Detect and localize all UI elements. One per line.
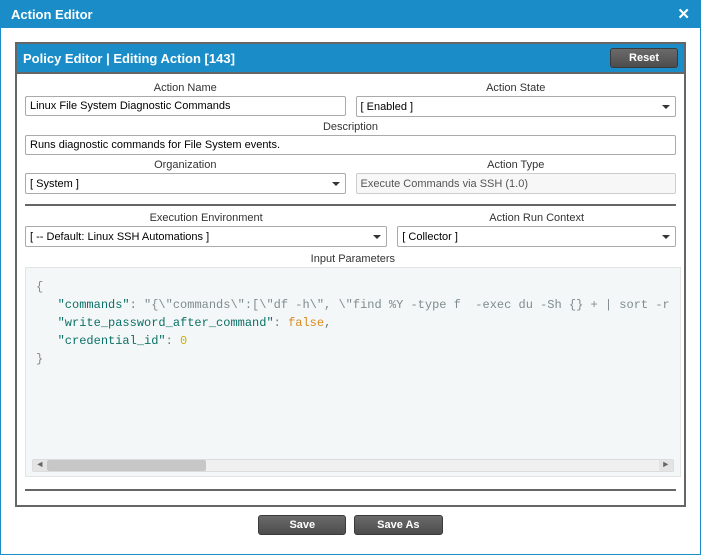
chevron-down-icon	[372, 232, 382, 242]
editor-panel: Policy Editor | Editing Action [143] Res…	[15, 42, 686, 507]
action-name-input[interactable]	[25, 96, 346, 116]
json-key: "write_password_after_command"	[58, 316, 274, 330]
chevron-down-icon	[661, 102, 671, 112]
exec-env-label: Execution Environment	[25, 212, 387, 224]
action-state-select[interactable]: [ Enabled ]	[356, 96, 677, 117]
panel-header: Policy Editor | Editing Action [143] Res…	[17, 44, 684, 74]
organization-value: [ System ]	[30, 178, 79, 190]
section-divider	[25, 204, 676, 206]
section-divider	[25, 489, 676, 491]
exec-env-select[interactable]: [ -- Default: Linux SSH Automations ]	[25, 226, 387, 247]
run-context-value: [ Collector ]	[402, 231, 458, 243]
modal-titlebar: Action Editor ✕	[1, 1, 700, 28]
action-state-label: Action State	[356, 82, 677, 94]
run-context-label: Action Run Context	[397, 212, 676, 224]
json-number: 0	[180, 334, 187, 348]
run-context-select[interactable]: [ Collector ]	[397, 226, 676, 247]
footer-buttons: Save Save As	[15, 507, 686, 545]
scroll-right-icon[interactable]: ►	[659, 460, 673, 471]
save-as-button[interactable]: Save As	[354, 515, 442, 535]
organization-select[interactable]: [ System ]	[25, 173, 346, 194]
input-params-editor[interactable]: { "commands": "{\"commands\":[\"df -h\",…	[25, 267, 681, 477]
scroll-track[interactable]	[47, 460, 659, 471]
modal-title: Action Editor	[11, 7, 93, 22]
json-string: "{\"commands\":[\"df -h\", \"find %Y -ty…	[144, 298, 670, 312]
action-type-readonly: Execute Commands via SSH (1.0)	[356, 173, 677, 194]
chevron-down-icon	[331, 179, 341, 189]
form-area: Action Name Action State [ Enabled ]	[17, 74, 684, 505]
action-name-label: Action Name	[25, 82, 346, 94]
panel-title: Policy Editor | Editing Action [143]	[23, 49, 235, 68]
action-state-value: [ Enabled ]	[361, 101, 414, 113]
json-key: "commands"	[58, 298, 130, 312]
scroll-thumb[interactable]	[47, 460, 206, 471]
scroll-left-icon[interactable]: ◄	[33, 460, 47, 471]
chevron-down-icon	[661, 232, 671, 242]
horizontal-scrollbar[interactable]: ◄ ►	[32, 459, 674, 472]
json-bool: false	[288, 316, 324, 330]
exec-env-value: [ -- Default: Linux SSH Automations ]	[30, 231, 209, 243]
close-icon[interactable]: ✕	[677, 7, 690, 22]
reset-button[interactable]: Reset	[610, 48, 678, 68]
action-type-value: Execute Commands via SSH (1.0)	[361, 178, 529, 190]
organization-label: Organization	[25, 159, 346, 171]
json-key: "credential_id"	[58, 334, 166, 348]
save-button[interactable]: Save	[258, 515, 346, 535]
modal-body: Policy Editor | Editing Action [143] Res…	[1, 28, 700, 559]
action-editor-modal: Action Editor ✕ Policy Editor | Editing …	[0, 0, 701, 555]
input-params-label: Input Parameters	[25, 253, 681, 265]
action-type-label: Action Type	[356, 159, 677, 171]
description-label: Description	[25, 121, 676, 133]
description-input[interactable]	[25, 135, 676, 155]
